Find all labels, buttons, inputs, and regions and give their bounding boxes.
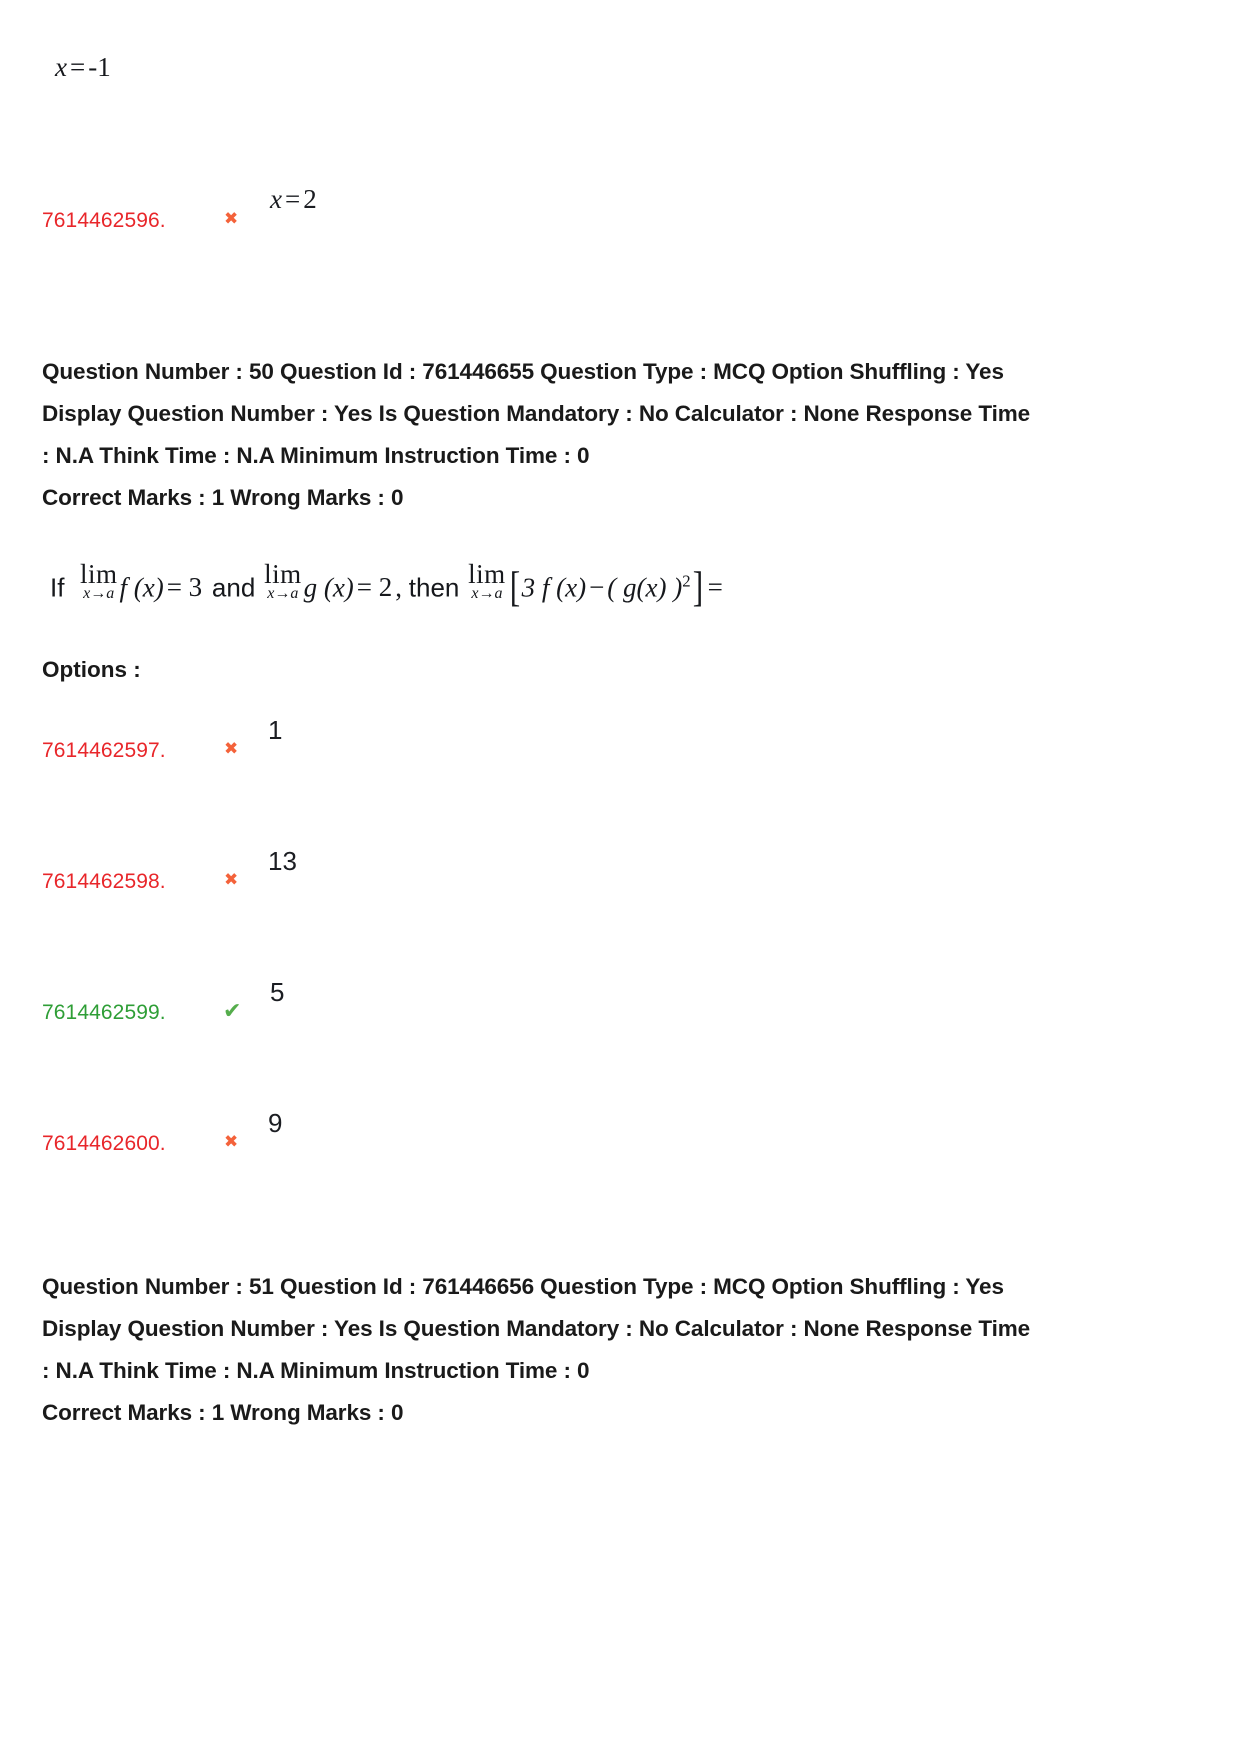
option-row[interactable]: 7614462600. ✖ 9 — [42, 1108, 1102, 1154]
option-row[interactable]: 7614462597. ✖ 1 — [42, 715, 1102, 761]
question-50-meta-line-3: : N.A Think Time : N.A Minimum Instructi… — [42, 443, 590, 468]
document-page: x = -1 7614462596. ✖ x = 2 Question Number :… — [0, 0, 1240, 1755]
bracket-open: [ — [509, 565, 520, 612]
option-id: 7614462598. — [42, 870, 166, 893]
question-51-meta-line-4: Correct Marks : 1 Wrong Marks : 0 — [42, 1400, 404, 1425]
question-50-body: If lim x→a f (x) = 3 and lim x→a g (x) = 2, th… — [50, 559, 726, 612]
previous-question-equation: x = -1 — [55, 52, 111, 82]
question-51-meta-line-2: Display Question Number : Yes Is Questio… — [42, 1316, 1031, 1341]
equation-value: -1 — [88, 52, 111, 82]
option-row[interactable]: 7614462598. ✖ 13 — [42, 846, 1102, 892]
cross-icon: ✖ — [224, 1132, 239, 1152]
question-50-meta-line-1: Question Number : 50 Question Id : 76144… — [42, 359, 1004, 384]
option-value: x = 2 — [270, 184, 317, 214]
then-word: then — [408, 572, 460, 603]
check-icon: ✔ — [223, 999, 242, 1024]
function-f: f (x) — [119, 572, 164, 603]
question-50-meta-line-2: Display Question Number : Yes Is Questio… — [42, 401, 1031, 426]
question-51-meta-line-3: : N.A Think Time : N.A Minimum Instructi… — [42, 1358, 590, 1383]
option-row[interactable]: 7614462599. ✔ 5 — [42, 977, 1102, 1023]
limit-operator-2: lim x→a — [264, 559, 302, 602]
cross-icon: ✖ — [224, 870, 239, 890]
equals-three: = 3 — [166, 572, 203, 603]
option-value: 1 — [268, 715, 283, 745]
cross-icon: ✖ — [224, 209, 239, 229]
option-row[interactable]: 7614462596. ✖ x = 2 — [42, 184, 1102, 232]
option-id: 7614462597. — [42, 739, 166, 762]
limit-operator-3: lim x→a — [468, 559, 506, 602]
if-word: If — [50, 572, 65, 603]
options-label: Options : — [42, 657, 141, 682]
limit-operator-1: lim x→a — [79, 559, 118, 602]
and-word: and — [211, 572, 256, 603]
option-id: 7614462600. — [42, 1132, 166, 1155]
function-g: g (x) — [303, 572, 354, 603]
trailing-equals: = — [707, 572, 723, 603]
bracket-close: ] — [692, 565, 703, 612]
option-value-number: 2 — [303, 184, 317, 214]
equation-variable: x — [55, 52, 67, 82]
question-51-meta-line-1: Question Number : 51 Question Id : 76144… — [42, 1274, 1004, 1299]
question-50-meta: Question Number : 50 Question Id : 76144… — [42, 351, 1100, 519]
option-id: 7614462599. — [42, 1001, 166, 1024]
comma: , — [395, 572, 403, 603]
option-id: 7614462596. — [42, 209, 166, 232]
exponent-two: 2 — [682, 571, 691, 591]
expression-3fx: 3 f (x) — [521, 572, 587, 603]
question-50-meta-line-4: Correct Marks : 1 Wrong Marks : 0 — [42, 485, 404, 510]
minus-sign: − — [589, 572, 605, 603]
question-51-meta: Question Number : 51 Question Id : 76144… — [42, 1266, 1100, 1434]
cross-icon: ✖ — [224, 739, 239, 759]
option-value: 5 — [270, 977, 285, 1007]
expression-gx: ( g(x) ) — [607, 572, 683, 603]
option-value: 9 — [268, 1108, 283, 1138]
equals-two: = 2 — [356, 572, 393, 603]
option-value: 13 — [268, 846, 297, 876]
option-value-variable: x — [270, 184, 282, 214]
